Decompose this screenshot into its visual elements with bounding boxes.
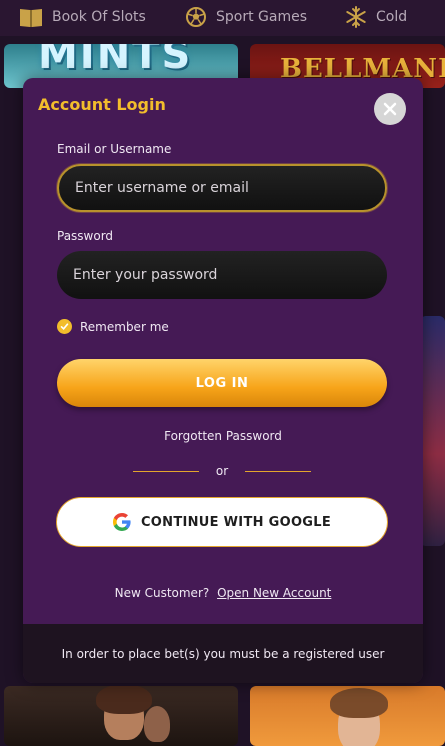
divider-line (133, 470, 199, 472)
or-text: or (215, 464, 229, 478)
game-tile-live-dealer[interactable] (4, 686, 238, 746)
nav-item-label: Book Of Slots (52, 9, 146, 25)
login-button[interactable]: LOG IN (57, 359, 387, 407)
close-button[interactable] (374, 93, 406, 125)
new-customer-row: New Customer? Open New Account (23, 586, 423, 600)
divider-line (245, 470, 311, 472)
password-placeholder: Enter your password (73, 267, 218, 283)
snowflake-icon (346, 6, 366, 28)
remember-me-toggle[interactable]: Remember me (57, 319, 169, 334)
book-icon (20, 9, 42, 27)
new-customer-text: New Customer? (114, 586, 210, 600)
nav-item-label: Sport Games (216, 9, 308, 25)
game-tile-live-dealer-2[interactable] (250, 686, 445, 746)
google-button-label: CONTINUE WITH GOOGLE (140, 514, 332, 530)
password-label: Password (57, 229, 114, 243)
nav-item-label: Cold (376, 9, 408, 25)
email-field[interactable]: Enter username or email (57, 164, 387, 212)
remember-label: Remember me (80, 319, 169, 334)
forgot-password-link[interactable]: Forgotten Password (23, 429, 423, 443)
remember-checkbox[interactable] (57, 319, 72, 334)
registration-notice: In order to place bet(s) you must be a r… (23, 624, 423, 683)
continue-with-google-button[interactable]: CONTINUE WITH GOOGLE (56, 497, 388, 547)
nav-item-book-of-slots[interactable]: Book Of Slots (18, 5, 146, 29)
email-placeholder: Enter username or email (75, 180, 249, 196)
check-icon (60, 323, 69, 330)
nav-item-cold[interactable]: Cold (344, 5, 407, 29)
nav-item-sport-games[interactable]: Sport Games (184, 5, 307, 29)
modal-title: Account Login (38, 95, 166, 114)
category-nav: Book Of Slots Sport Games Cold (0, 0, 445, 36)
login-modal: Account Login Email or Username Enter us… (23, 78, 423, 683)
soccer-ball-icon (186, 7, 206, 27)
game-tile-logo: MINTS (38, 44, 193, 78)
close-icon (383, 102, 397, 116)
or-divider: or (133, 464, 311, 478)
game-tile-partial[interactable] (420, 316, 445, 546)
email-label: Email or Username (57, 142, 172, 156)
password-field[interactable]: Enter your password (57, 251, 387, 299)
registration-notice-text: In order to place bet(s) you must be a r… (61, 646, 385, 661)
open-new-account-link[interactable]: Open New Account (217, 586, 331, 600)
google-icon (112, 513, 131, 531)
